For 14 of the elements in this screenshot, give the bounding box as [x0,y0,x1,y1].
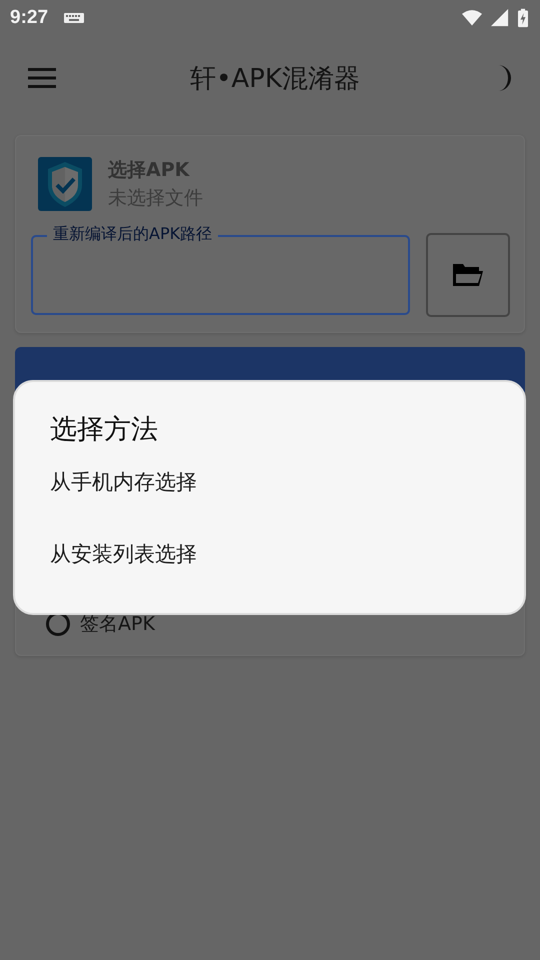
keyboard-icon [64,13,84,23]
dialog-option[interactable]: 从手机内存选择 [50,464,197,500]
shield-icon [38,157,92,211]
battery-icon [518,8,528,28]
browse-button[interactable] [426,233,510,317]
app-title: 轩•APK混淆器 [189,62,361,96]
dialog-option[interactable]: 从安装列表选择 [50,536,197,572]
signal-icon [490,9,510,27]
menu-icon[interactable] [28,68,56,88]
wifi-icon [462,9,482,27]
status-time: 9:27 [10,7,48,29]
option-label: 签名APK [80,612,155,637]
folder-icon [452,263,484,287]
dialog-title: 选择方法 [50,413,158,447]
